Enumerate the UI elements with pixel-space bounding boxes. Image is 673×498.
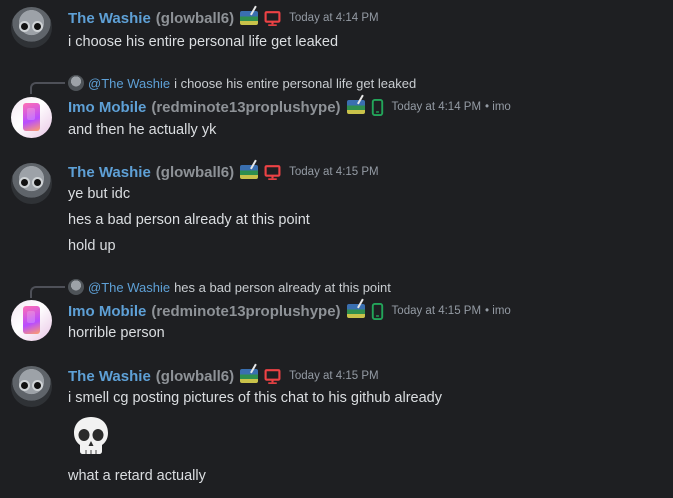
mobile-icon (371, 98, 383, 116)
skull-emoji-icon: 💀 (74, 417, 108, 454)
desktop-icon (264, 10, 281, 26)
client-tag: • imo (485, 305, 511, 317)
avatar[interactable] (11, 7, 52, 48)
author-username: (redminote13proplushype) (151, 302, 341, 320)
reply-avatar (68, 279, 84, 295)
timestamp: Today at 4:15 PM (289, 370, 379, 382)
mobile-icon (371, 302, 383, 320)
avatar[interactable] (11, 97, 52, 138)
avatar[interactable] (11, 163, 52, 204)
reply-text: i choose his entire personal life get le… (174, 75, 417, 91)
client-tag: • imo (485, 101, 511, 113)
author-name[interactable]: Imo Mobile (68, 99, 146, 116)
message-header: Imo Mobile (redminote13proplushype) Toda… (68, 301, 511, 321)
reply-preview[interactable]: @The Washie i choose his entire personal… (68, 74, 416, 92)
message-text: what a retard actually (68, 468, 206, 484)
chat-log: The Washie (glowball6) Today at 4:14 PM … (0, 0, 673, 498)
message-header: Imo Mobile (redminote13proplushype) Toda… (68, 97, 511, 117)
reply-text: hes a bad person already at this point (174, 279, 391, 295)
art-badge-icon (346, 304, 365, 318)
message-header: The Washie (glowball6) Today at 4:15 PM (68, 162, 379, 182)
message-text: and then he actually yk (68, 122, 217, 138)
reply-connector (30, 286, 65, 298)
timestamp: Today at 4:14 PM (391, 101, 482, 113)
author-name[interactable]: The Washie (68, 10, 151, 27)
reply-connector (30, 82, 65, 94)
author-name[interactable]: The Washie (68, 368, 151, 385)
author-username: (glowball6) (155, 163, 235, 181)
reply-mention[interactable]: @The Washie (88, 76, 170, 91)
message-text: hold up (68, 238, 116, 254)
message-text: i smell cg posting pictures of this chat… (68, 390, 442, 406)
timestamp: Today at 4:15 PM (289, 166, 379, 178)
art-badge-icon (240, 11, 259, 25)
art-badge-icon (240, 165, 259, 179)
author-username: (redminote13proplushype) (151, 98, 341, 116)
reply-preview[interactable]: @The Washie hes a bad person already at … (68, 278, 391, 296)
timestamp: Today at 4:15 PM (391, 305, 482, 317)
message-text: ye but idc (68, 186, 131, 202)
desktop-icon (264, 164, 281, 180)
message-text: i choose his entire personal life get le… (68, 34, 339, 50)
author-name[interactable]: Imo Mobile (68, 303, 146, 320)
message-header: The Washie (glowball6) Today at 4:14 PM (68, 8, 379, 28)
author-username: (glowball6) (155, 367, 235, 385)
message-header: The Washie (glowball6) Today at 4:15 PM (68, 366, 379, 386)
reply-avatar (68, 75, 84, 91)
avatar[interactable] (11, 300, 52, 341)
message-text: horrible person (68, 325, 165, 341)
author-name[interactable]: The Washie (68, 164, 151, 181)
reply-mention[interactable]: @The Washie (88, 280, 170, 295)
art-badge-icon (346, 100, 365, 114)
message-text: hes a bad person already at this point (68, 212, 310, 228)
author-username: (glowball6) (155, 9, 235, 27)
desktop-icon (264, 368, 281, 384)
avatar[interactable] (11, 366, 52, 407)
art-badge-icon (240, 369, 259, 383)
timestamp: Today at 4:14 PM (289, 12, 379, 24)
